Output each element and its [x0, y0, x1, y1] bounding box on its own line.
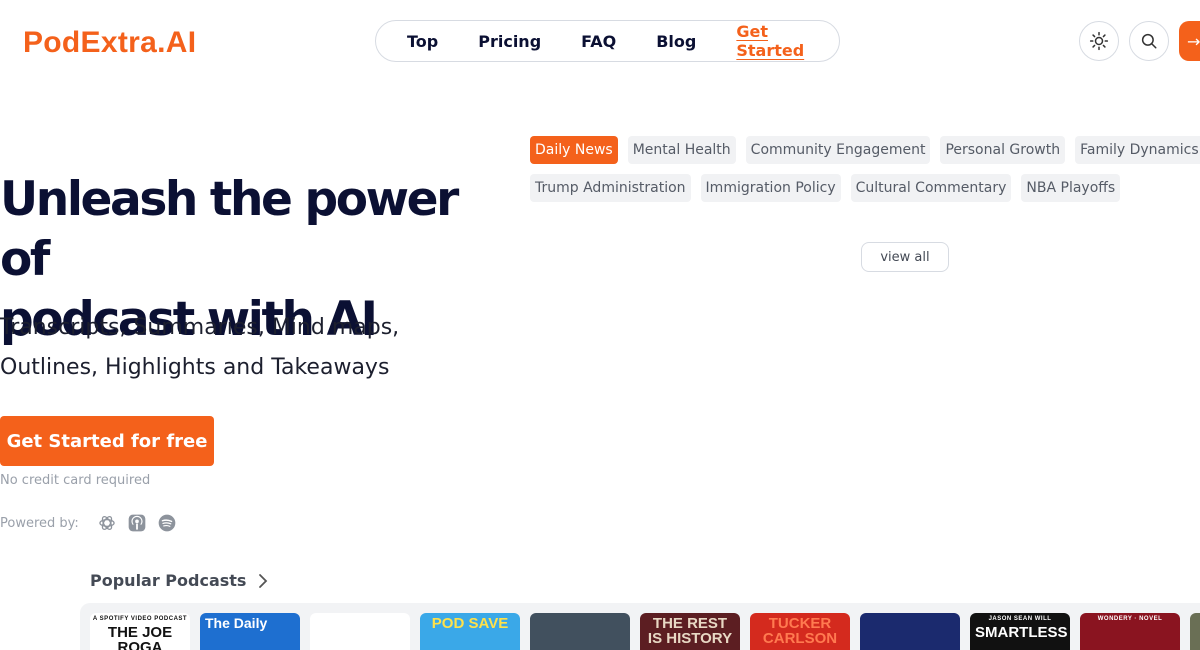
podcast-cover-podcast-11[interactable]: [1190, 613, 1200, 650]
powered-by-label: Powered by:: [0, 515, 79, 531]
tag-row: Trump Administration Immigration Policy Cu…: [530, 174, 1200, 202]
no-credit-card-note: No credit card required: [0, 473, 151, 488]
podcast-cover-podcast-8[interactable]: [860, 613, 960, 650]
spotify-icon: [157, 513, 177, 533]
podcast-cover-title: THE JOE ROGA: [107, 624, 173, 650]
podcast-cover-title: POD SAVE: [431, 615, 509, 632]
podcast-cover-title: THE REST IS HISTORY: [647, 615, 733, 647]
podcast-cover-caption: WONDERY · NOVEL: [1097, 616, 1163, 622]
view-all-button[interactable]: view all: [861, 242, 949, 272]
podcast-cover-title: SMARTLESS: [975, 624, 1068, 641]
podcast-cover-tucker-carlson[interactable]: TUCKER CARLSON: [750, 613, 850, 650]
header-cta-button[interactable]: →: [1179, 21, 1200, 61]
podcast-cover-the-daily[interactable]: The Daily: [200, 613, 300, 650]
podcast-cover-title: The Daily: [205, 615, 268, 631]
podcast-cover-podcast-3[interactable]: [310, 613, 410, 650]
chevron-right-icon: [259, 573, 268, 588]
openai-icon: [97, 513, 117, 533]
get-started-free-button[interactable]: Get Started for free: [0, 416, 214, 466]
tag-chip[interactable]: Cultural Commentary: [850, 174, 1012, 202]
theme-toggle-button[interactable]: [1079, 21, 1119, 61]
tag-chip[interactable]: Personal Growth: [940, 136, 1066, 164]
nav-top[interactable]: Top: [407, 32, 438, 51]
powered-by: Powered by:: [0, 513, 177, 533]
tag-chip[interactable]: NBA Playoffs: [1021, 174, 1121, 202]
tag-chip[interactable]: Family Dynamics: [1075, 136, 1200, 164]
popular-podcasts-strip: A SPOTIFY VIDEO PODCAST THE JOE ROGA The D…: [80, 603, 1200, 650]
podcast-cover-podcast-5[interactable]: [530, 613, 630, 650]
podcast-cover-title: TUCKER CARLSON: [762, 615, 838, 647]
hero-subtitle: Transcripts, Summaries, Mind maps, Outli…: [0, 308, 440, 388]
nav-faq[interactable]: FAQ: [581, 32, 616, 51]
tag-row: Daily News Mental Health Community Engagem…: [530, 136, 1200, 164]
popular-podcasts-title: Popular Podcasts: [90, 571, 247, 590]
tag-chip[interactable]: Daily News: [530, 136, 618, 164]
tag-chip[interactable]: Mental Health: [627, 136, 736, 164]
main-nav: Top Pricing FAQ Blog Get Started: [375, 20, 840, 62]
tag-chip[interactable]: Community Engagement: [745, 136, 931, 164]
hero-subtitle-line-1: Transcripts, Summaries, Mind maps,: [0, 315, 400, 340]
podcast-cover-pod-save[interactable]: POD SAVE: [420, 613, 520, 650]
nav-blog[interactable]: Blog: [656, 32, 696, 51]
hero-title-line-1: Unleash the power of: [0, 172, 459, 287]
podcast-cover-joe-rogan[interactable]: A SPOTIFY VIDEO PODCAST THE JOE ROGA: [90, 613, 190, 650]
podcast-cover-wondery-novel[interactable]: WONDERY · NOVEL: [1080, 613, 1180, 650]
search-button[interactable]: [1129, 21, 1169, 61]
search-icon: [1141, 33, 1157, 49]
popular-podcasts-heading[interactable]: Popular Podcasts: [90, 571, 268, 590]
topic-tags: Daily News Mental Health Community Engagem…: [530, 136, 1200, 212]
arrow-right-icon: →: [1187, 31, 1200, 51]
nav-pricing[interactable]: Pricing: [478, 32, 541, 51]
sun-icon: [1089, 31, 1109, 51]
podcast-cover-smartless[interactable]: JASON SEAN WILL SMARTLESS: [970, 613, 1070, 650]
tag-chip[interactable]: Immigration Policy: [700, 174, 841, 202]
podcast-cover-rest-is-history[interactable]: THE REST IS HISTORY: [640, 613, 740, 650]
brand-logo[interactable]: PodExtra.AI: [23, 26, 196, 60]
nav-get-started[interactable]: Get Started: [736, 22, 839, 60]
apple-podcasts-icon: [127, 513, 147, 533]
tag-chip[interactable]: Trump Administration: [530, 174, 691, 202]
hero-subtitle-line-2: Outlines, Highlights and Takeaways: [0, 355, 390, 380]
podcast-cover-caption: A SPOTIFY VIDEO PODCAST: [92, 616, 188, 622]
